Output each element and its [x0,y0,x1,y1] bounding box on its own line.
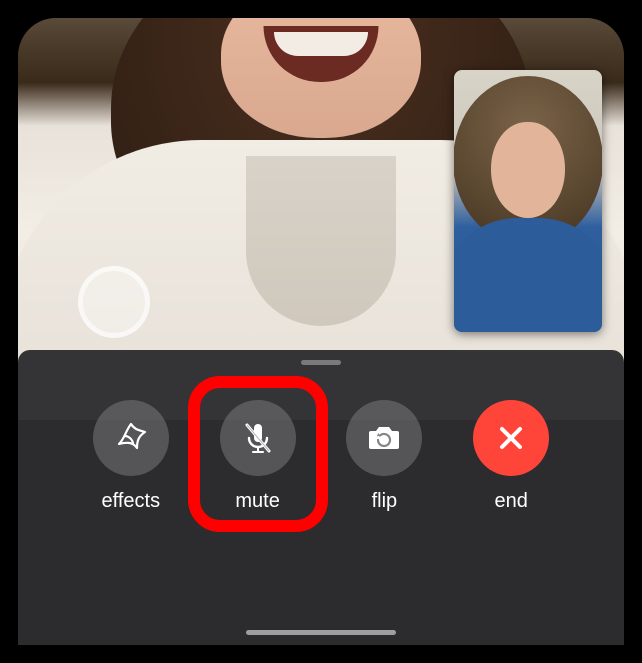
end-control: end [473,400,549,513]
screen: effects mute [18,18,624,645]
flip-button[interactable] [346,400,422,476]
end-button[interactable] [473,400,549,476]
camera-rotate-icon [363,417,405,459]
effects-label: effects [102,490,161,513]
mute-control: mute [220,400,296,513]
mute-button[interactable] [220,400,296,476]
local-shirt [454,218,602,332]
device-frame: effects mute [0,0,642,663]
end-label: end [495,490,528,513]
effects-control: effects [93,400,169,513]
mute-label: mute [235,490,279,513]
flip-label: flip [372,490,398,513]
drag-handle[interactable] [301,360,341,365]
star-swirl-icon [111,418,151,458]
shutter-button[interactable] [78,266,150,338]
local-video-preview[interactable] [454,70,602,332]
controls-row: effects mute [18,400,624,513]
close-x-icon [493,420,529,456]
remote-video[interactable] [18,18,624,378]
local-face [491,122,565,218]
mic-slash-icon [238,418,278,458]
flip-control: flip [346,400,422,513]
controls-panel[interactable]: effects mute [18,350,624,645]
home-indicator[interactable] [246,630,396,635]
remote-hoodie-neck [246,156,396,326]
remote-teeth [274,32,368,56]
effects-button[interactable] [93,400,169,476]
